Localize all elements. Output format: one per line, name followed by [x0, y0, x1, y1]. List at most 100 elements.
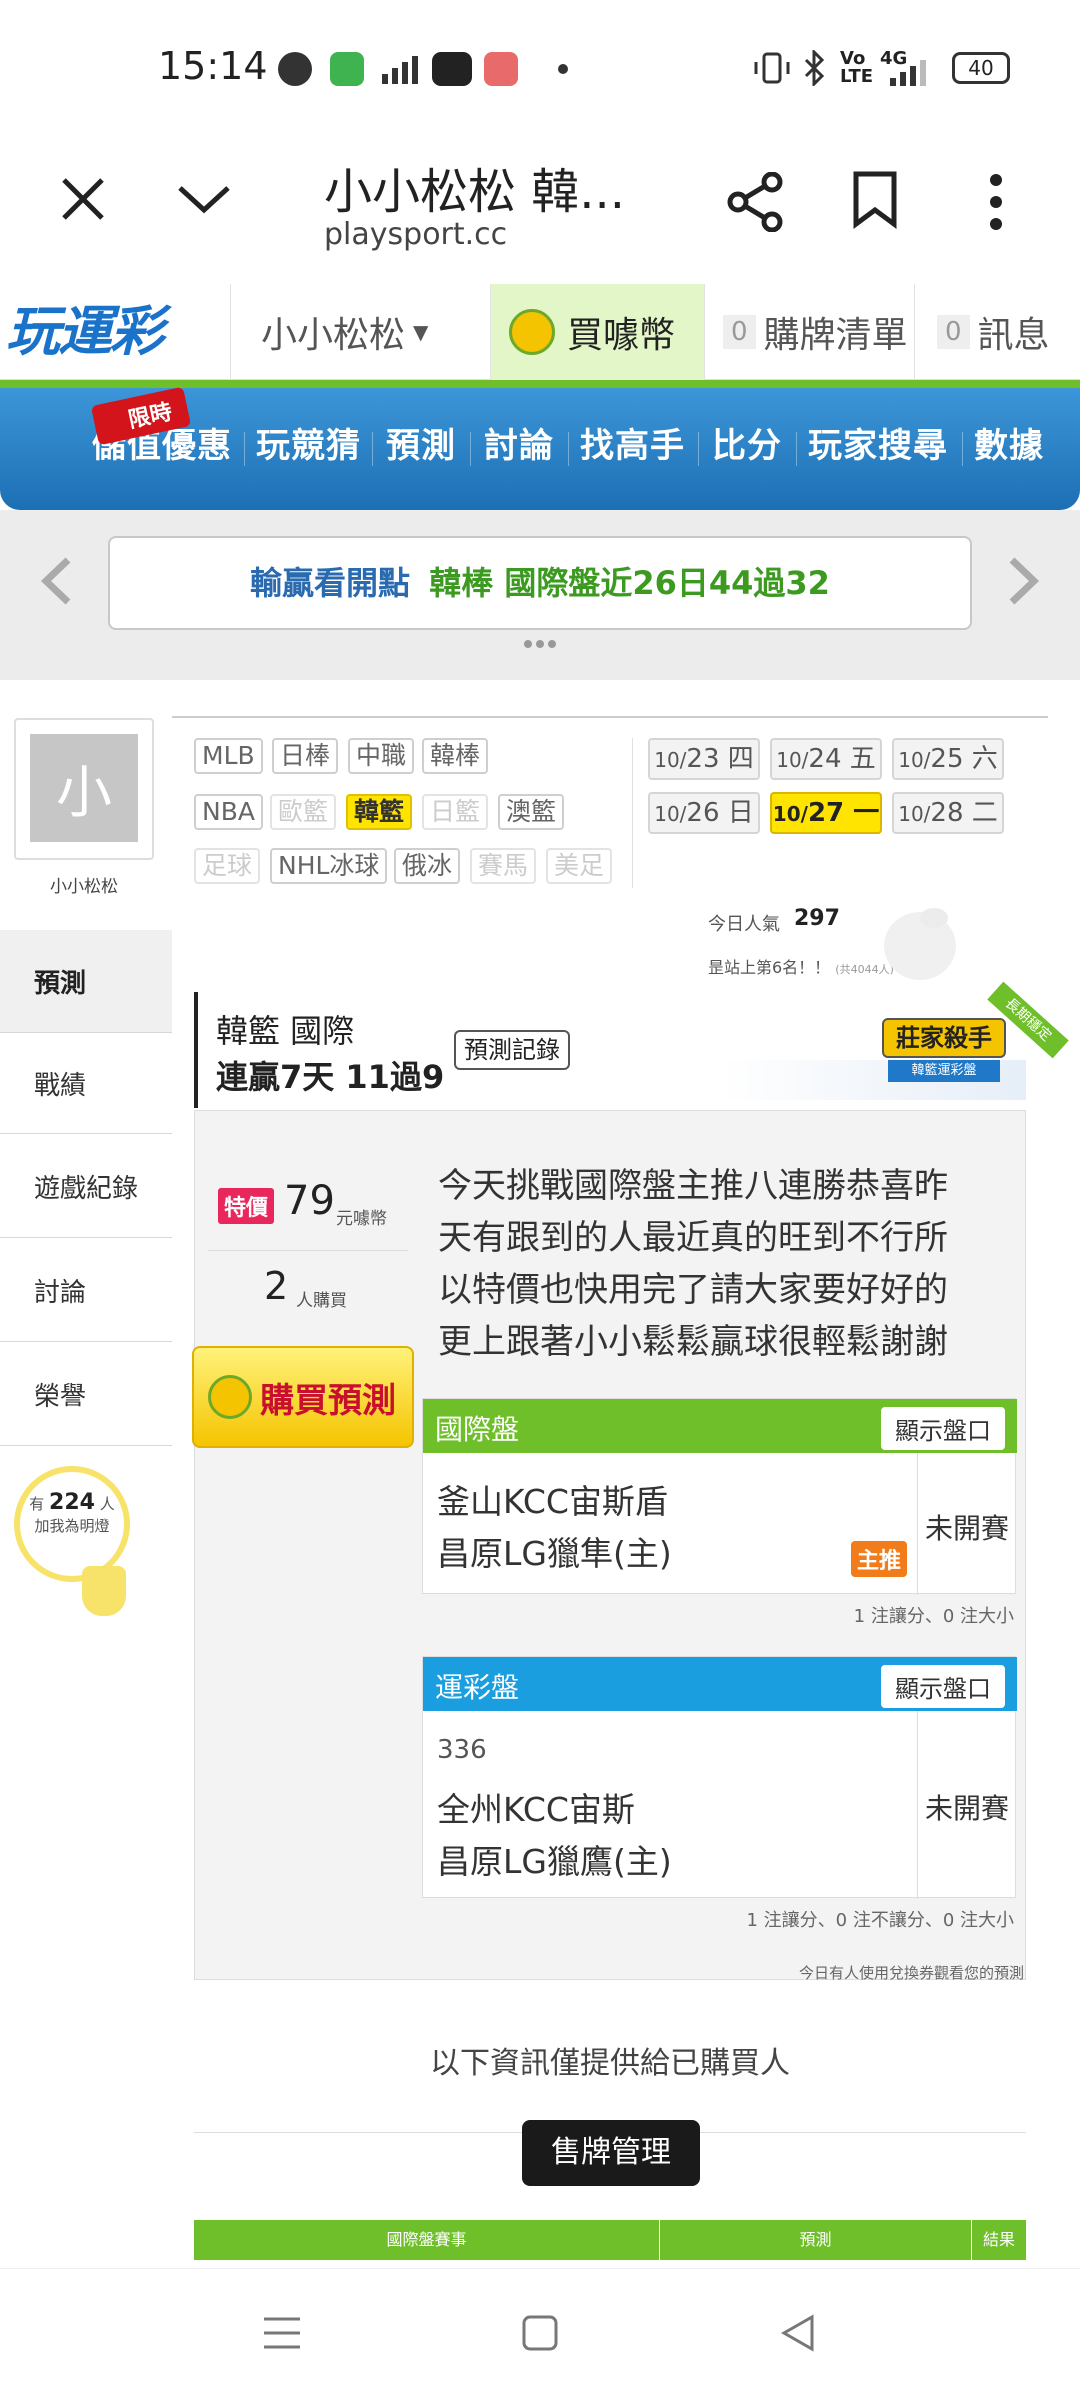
more-vert-icon[interactable] — [986, 172, 1006, 232]
date-tab[interactable]: 10/26 日 — [648, 792, 760, 834]
buyer-only-notice: 以下資訊僅提供給已購買人 — [430, 2046, 790, 2081]
home-icon[interactable] — [520, 2313, 560, 2353]
back-icon[interactable] — [778, 2313, 818, 2353]
user-menu-label: 小小松松 — [261, 315, 406, 356]
date-tab-active[interactable]: 10/27 一 — [770, 792, 882, 834]
bookmark-icon[interactable] — [852, 170, 898, 230]
profile-name: 小小松松 — [50, 877, 118, 897]
date-month: 10/ — [776, 748, 809, 772]
sales-management-button[interactable]: 售牌管理 — [522, 2120, 700, 2186]
sidebar-item-predict[interactable]: 預測 — [0, 930, 172, 1032]
sport-tag-disabled: 美足 — [546, 848, 613, 884]
signal-chart-icon — [382, 56, 418, 84]
sport-tag[interactable]: NBA — [194, 794, 263, 830]
intl-team-home: 昌原LG獵隼(主) — [437, 1534, 672, 1573]
badge-title: 莊家殺手 — [882, 1018, 1006, 1058]
message-count: 0 — [937, 315, 970, 349]
date-tab[interactable]: 10/24 五 — [770, 738, 882, 780]
sport-tag[interactable]: NHL冰球 — [270, 848, 388, 884]
picks-table-header: 國際盤賽事 預測 結果 — [194, 2220, 1026, 2260]
buy-coins-button[interactable]: 買噱幣 — [490, 284, 704, 380]
header-divider — [0, 380, 1080, 388]
messages-button[interactable]: 0 訊息 — [914, 284, 1080, 380]
prediction-message: 今天挑戰國際盤主推八連勝恭喜昨天有跟到的人最近真的旺到不行所以特價也快用完了請大… — [438, 1166, 948, 1362]
date-weekday: 二 — [971, 798, 998, 828]
nav-divider — [470, 432, 471, 466]
nav-item-scores[interactable]: 比分 — [712, 418, 782, 467]
date-weekday: 日 — [727, 798, 754, 828]
lamp-widget[interactable]: 有 224 人 加我為明燈 — [14, 1466, 130, 1582]
cart-count: 0 — [723, 315, 756, 349]
sport-tag-active[interactable]: 韓籃 — [346, 794, 413, 830]
date-weekday: 四 — [727, 744, 754, 774]
table-header-result: 結果 — [982, 2230, 1015, 2249]
record-league: 韓籃 國際 — [216, 1012, 355, 1050]
promo-banner[interactable]: 輸贏看開點 韓棒 國際盤近26日44過32 — [108, 536, 972, 630]
buy-prediction-label: 購買預測 — [260, 1380, 396, 1421]
sidebar-item-game-history[interactable]: 遊戲紀錄 — [0, 1136, 172, 1238]
table-header-games: 國際盤賽事 — [194, 2220, 660, 2260]
status-bar: 15:14 Vo LTE 4G 40 — [0, 0, 1080, 100]
date-weekday: 一 — [853, 798, 880, 828]
sport-tag[interactable]: 俄冰 — [394, 848, 461, 884]
nav-item-player-search[interactable]: 玩家搜尋 — [808, 418, 948, 467]
vibrate-icon — [754, 52, 790, 84]
date-tab[interactable]: 10/23 四 — [648, 738, 760, 780]
date-tab[interactable]: 10/28 二 — [892, 792, 1004, 834]
sidebar-item-forum[interactable]: 討論 — [0, 1240, 172, 1342]
nav-item-find-expert[interactable]: 找高手 — [580, 418, 685, 467]
date-tab[interactable]: 10/25 六 — [892, 738, 1004, 780]
lottery-bet-note: 1 注讓分、0 注不讓分、0 注大小 — [746, 1910, 1014, 1931]
date-month: 10/ — [654, 748, 687, 772]
sport-tag[interactable]: 澳籃 — [498, 794, 565, 830]
chevron-left-icon[interactable] — [38, 556, 76, 606]
exchange-note: 今日有人使用兌換券觀看您的預測 — [798, 1964, 1024, 1982]
coin-icon — [208, 1375, 252, 1419]
main-pick-badge: 主推 — [851, 1541, 908, 1577]
prediction-history-button[interactable]: 預測記錄 — [454, 1030, 570, 1070]
sport-tag[interactable]: 中職 — [348, 738, 415, 774]
nav-divider — [796, 432, 797, 466]
page-url[interactable]: playsport.cc — [324, 217, 507, 252]
nav-item-data[interactable]: 數據 — [974, 418, 1044, 467]
menu-icon[interactable] — [262, 2313, 302, 2353]
user-menu[interactable]: 小小松松 ▼ — [230, 284, 490, 380]
carousel-dot[interactable] — [524, 640, 532, 648]
sidebar-item-honor[interactable]: 榮譽 — [0, 1344, 172, 1446]
cart-button[interactable]: 0 購牌清單 — [704, 284, 914, 380]
show-odds-button[interactable]: 顯示盤口 — [881, 1407, 1005, 1450]
page-title: 小小松松 韓... — [324, 164, 626, 220]
show-odds-button[interactable]: 顯示盤口 — [881, 1665, 1005, 1708]
popularity-label: 今日人氣 — [708, 914, 780, 935]
date-day: 23 — [686, 744, 720, 774]
share-icon[interactable] — [726, 172, 786, 232]
sport-tag-disabled: 足球 — [194, 848, 261, 884]
coin-icon — [509, 309, 555, 355]
sport-tag[interactable]: 日棒 — [272, 738, 339, 774]
banner-prefix: 輸贏看開點 — [250, 564, 411, 602]
nav-item-predict[interactable]: 預測 — [386, 418, 456, 467]
buy-prediction-button[interactable]: 購買預測 — [192, 1346, 414, 1448]
profile-card[interactable]: 小 — [14, 718, 154, 860]
nav-item-forum[interactable]: 討論 — [484, 418, 554, 467]
chevron-down-icon[interactable] — [176, 182, 232, 216]
record-streak: 連贏7天 11過9 — [216, 1058, 445, 1096]
lottery-team-away: 全州KCC宙斯 — [437, 1790, 635, 1829]
carousel-dot[interactable] — [548, 640, 556, 648]
carousel-dot[interactable] — [536, 640, 544, 648]
cart-label: 購牌清單 — [763, 315, 908, 356]
site-logo[interactable]: 玩運彩 — [6, 290, 176, 374]
intl-status-divider — [917, 1453, 918, 1595]
tags-divider — [632, 738, 633, 888]
sport-tag[interactable]: MLB — [194, 738, 263, 774]
nav-divider — [244, 432, 245, 466]
lottery-status-divider — [917, 1711, 918, 1899]
close-icon[interactable] — [60, 176, 106, 222]
nav-divider — [568, 432, 569, 466]
sidebar-item-record[interactable]: 戰績 — [0, 1032, 172, 1134]
nav-item-guess[interactable]: 玩競猜 — [256, 418, 361, 467]
lottery-game-number: 336 — [437, 1735, 487, 1765]
battery-level: 40 — [968, 56, 994, 80]
chevron-right-icon[interactable] — [1004, 556, 1042, 606]
sport-tag[interactable]: 韓棒 — [422, 738, 489, 774]
